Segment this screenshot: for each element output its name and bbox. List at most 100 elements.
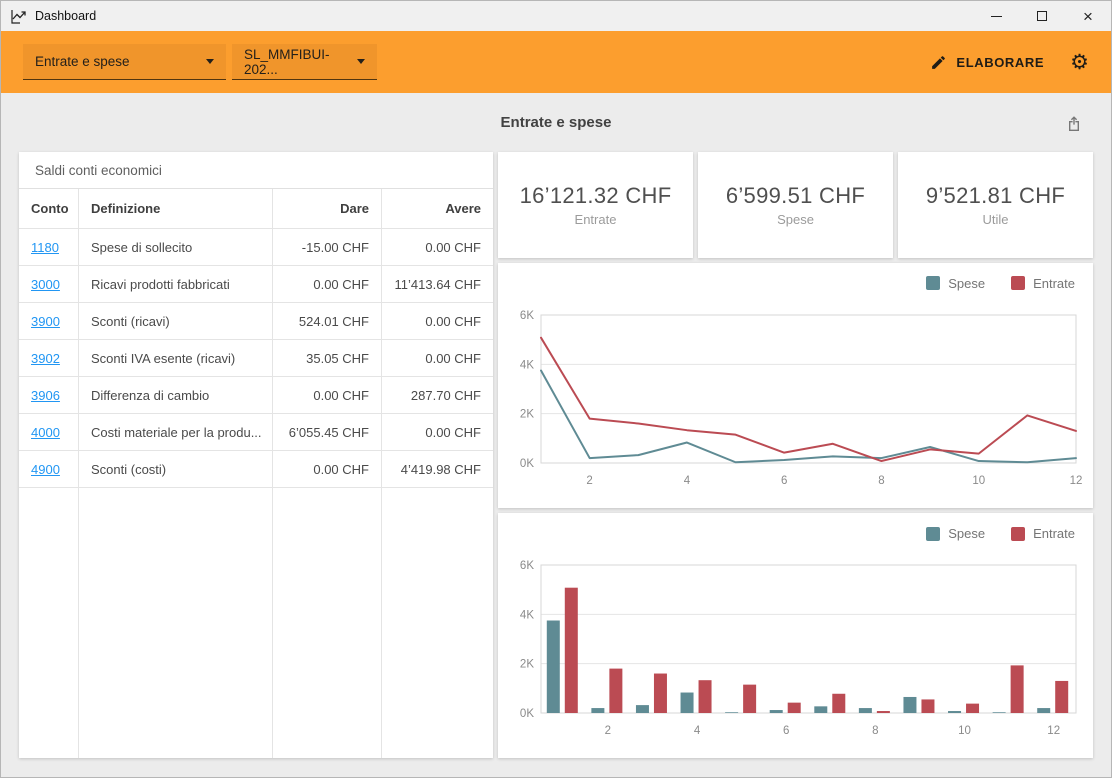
svg-text:10: 10 — [972, 475, 985, 487]
stat-card-utile: 9’521.81 CHF Utile — [898, 152, 1093, 258]
stat-value: 9’521.81 CHF — [925, 182, 1066, 208]
cell-conto: 3900 — [19, 303, 79, 340]
file-select-value: SL_MMFIBUI-202... — [244, 46, 330, 77]
window-title: Dashboard — [35, 9, 97, 23]
elaborare-button[interactable]: ELABORARE — [922, 48, 1052, 77]
conto-link[interactable]: 3906 — [31, 388, 60, 403]
table-header-row: Conto Definizione Dare Avere — [19, 189, 493, 229]
legend-item-entrate: Entrate — [1011, 276, 1075, 291]
toolbar: Entrate e spese SL_MMFIBUI-202... ELABOR… — [1, 31, 1111, 93]
col-header-dare: Dare — [273, 189, 382, 229]
table-filler — [19, 488, 493, 758]
legend-label: Spese — [948, 275, 986, 291]
cell-conto: 1180 — [19, 229, 79, 266]
maximize-icon — [1037, 11, 1047, 21]
table-body: 1180 Spese di sollecito -15.00 CHF 0.00 CHF… — [19, 229, 493, 488]
cell-dare: 0.00 CHF — [273, 266, 382, 303]
minimize-icon — [990, 15, 1002, 17]
pencil-icon — [930, 54, 947, 71]
table-row: 3906 Differenza di cambio 0.00 CHF 287.70 C… — [19, 377, 493, 414]
table-row: 4900 Sconti (costi) 0.00 CHF 4’419.98 CHF — [19, 451, 493, 488]
elaborare-label: ELABORARE — [956, 54, 1045, 70]
stat-value: 16’121.32 CHF — [519, 182, 672, 208]
legend-swatch — [1011, 526, 1026, 541]
legend-label: Entrate — [1033, 275, 1075, 291]
svg-text:6K: 6K — [520, 560, 534, 572]
svg-text:12: 12 — [1070, 475, 1083, 487]
cell-definizione: Sconti IVA esente (ricavi) — [79, 340, 273, 377]
conto-link[interactable]: 4900 — [31, 462, 60, 477]
legend-label: Spese — [948, 526, 986, 542]
svg-text:2: 2 — [605, 725, 611, 737]
col-header-definizione: Definizione — [79, 189, 273, 229]
line-chart: 0K 2K 4K 6K 2 4 6 8 10 12 — [520, 310, 1083, 487]
page-header: Entrate e spese — [1, 93, 1111, 152]
cell-avere: 0.00 CHF — [382, 414, 493, 451]
cell-dare: 524.01 CHF — [273, 303, 382, 340]
cell-conto: 4900 — [19, 451, 79, 488]
conto-link[interactable]: 3902 — [31, 351, 60, 366]
saldi-conti-panel: Saldi conti economici Conto Definizione … — [19, 152, 493, 758]
cell-definizione: Sconti (costi) — [79, 451, 273, 488]
svg-text:4: 4 — [694, 725, 701, 737]
svg-text:0K: 0K — [520, 708, 534, 720]
bar-chart: 0K 2K 4K 6K 2 4 6 8 10 12 — [520, 560, 1077, 737]
legend-item-spese: Spese — [926, 276, 985, 291]
chart-legend: Spese Entrate — [926, 276, 1075, 291]
stat-cards: 16’121.32 CHF Entrate 6’599.51 CHF Spese… — [498, 152, 1093, 258]
table-row: 4000 Costi materiale per la produ... 6’055… — [19, 414, 493, 451]
conto-link[interactable]: 3900 — [31, 314, 60, 329]
svg-text:2K: 2K — [520, 408, 534, 420]
titlebar: Dashboard × — [1, 1, 1111, 31]
svg-text:8: 8 — [872, 725, 878, 737]
app-window: Dashboard × Entrate e spese SL_MMFIBUI-2… — [0, 0, 1112, 778]
share-icon[interactable] — [1063, 112, 1085, 134]
stat-value: 6’599.51 CHF — [725, 182, 866, 208]
svg-text:4K: 4K — [520, 610, 534, 622]
legend-item-entrate: Entrate — [1011, 526, 1075, 541]
svg-text:0K: 0K — [520, 458, 534, 470]
cell-avere: 0.00 CHF — [382, 229, 493, 266]
table-row: 3000 Ricavi prodotti fabbricati 0.00 CHF 11… — [19, 266, 493, 303]
gear-icon[interactable]: ⚙ — [1070, 52, 1089, 73]
svg-text:2K: 2K — [520, 659, 534, 671]
cell-avere: 4’419.98 CHF — [382, 451, 493, 488]
svg-text:4K: 4K — [520, 359, 534, 371]
conto-link[interactable]: 1180 — [31, 240, 59, 255]
svg-text:6K: 6K — [520, 310, 534, 322]
maximize-button[interactable] — [1019, 1, 1065, 31]
stat-label: Spese — [777, 211, 814, 227]
cell-definizione: Spese di sollecito — [79, 229, 273, 266]
cell-conto: 3902 — [19, 340, 79, 377]
table-title: Saldi conti economici — [19, 152, 493, 189]
dashboard-select-value: Entrate e spese — [35, 54, 130, 69]
minimize-button[interactable] — [973, 1, 1019, 31]
cell-avere: 11’413.64 CHF — [382, 266, 493, 303]
legend-swatch — [1011, 276, 1026, 291]
close-button[interactable]: × — [1065, 1, 1111, 31]
svg-text:2: 2 — [586, 475, 592, 487]
right-column: 16’121.32 CHF Entrate 6’599.51 CHF Spese… — [498, 152, 1093, 759]
content: Entrate e spese Saldi conti economici Co… — [1, 93, 1111, 777]
cell-conto: 4000 — [19, 414, 79, 451]
svg-text:10: 10 — [958, 725, 971, 737]
cell-definizione: Costi materiale per la produ... — [79, 414, 273, 451]
conto-link[interactable]: 4000 — [31, 425, 60, 440]
cell-avere: 0.00 CHF — [382, 340, 493, 377]
file-select[interactable]: SL_MMFIBUI-202... — [232, 44, 377, 80]
table-row: 1180 Spese di sollecito -15.00 CHF 0.00 CHF — [19, 229, 493, 266]
main-area: Saldi conti economici Conto Definizione … — [1, 152, 1111, 759]
conto-link[interactable]: 3000 — [31, 277, 60, 292]
table-row: 3902 Sconti IVA esente (ricavi) 35.05 CHF 0… — [19, 340, 493, 377]
svg-text:6: 6 — [783, 725, 789, 737]
cell-dare: 0.00 CHF — [273, 451, 382, 488]
page-title: Entrate e spese — [500, 114, 612, 131]
cell-dare: 35.05 CHF — [273, 340, 382, 377]
chart-legend: Spese Entrate — [926, 526, 1075, 541]
cell-conto: 3000 — [19, 266, 79, 303]
bar-chart-card: Spese Entrate 0K 2K 4K 6K 2 4 6 8 10 12 — [498, 513, 1093, 759]
col-header-conto: Conto — [19, 189, 79, 229]
legend-label: Entrate — [1033, 526, 1075, 542]
dashboard-select[interactable]: Entrate e spese — [23, 44, 226, 80]
chevron-down-icon — [206, 59, 214, 64]
